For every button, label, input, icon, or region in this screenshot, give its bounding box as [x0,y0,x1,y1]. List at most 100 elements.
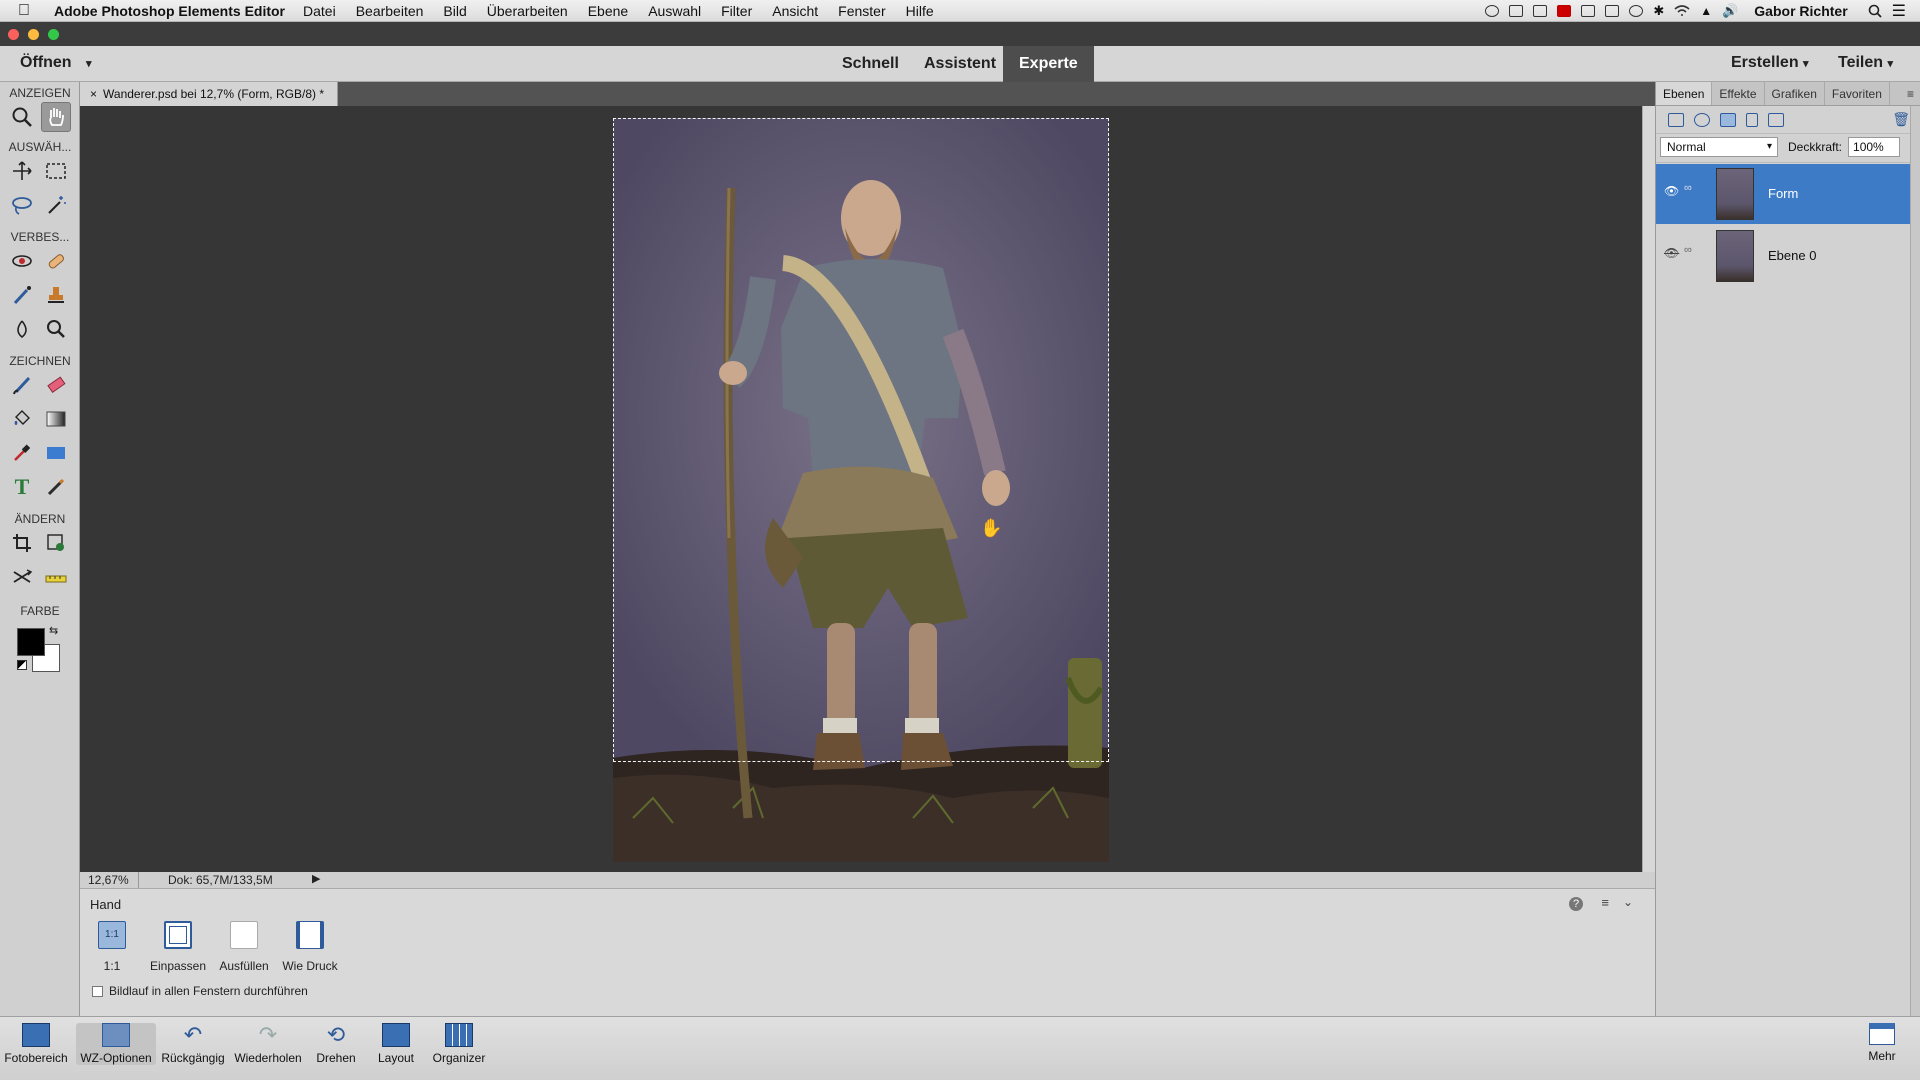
menu-ebene[interactable]: Ebene [588,3,628,19]
user-name[interactable]: Gabor Richter [1754,3,1847,19]
adjustment-layer-icon[interactable] [1694,112,1710,127]
open-button[interactable]: Öffnen ▾ [20,54,92,72]
cloud-icon[interactable] [1581,4,1596,17]
apple-icon[interactable]:  [18,2,40,20]
eraser-tool-icon[interactable] [41,370,71,400]
mode-experte[interactable]: Experte [1003,46,1094,82]
tool-options-button[interactable]: WZ-Optionen [76,1023,156,1065]
crop-tool-icon[interactable] [7,528,37,558]
menu-ansicht[interactable]: Ansicht [772,3,818,19]
vertical-scrollbar[interactable] [1642,106,1655,872]
menu-auswahl[interactable]: Auswahl [648,3,701,19]
app-menu[interactable]: Adobe Photoshop Elements Editor [54,3,285,19]
eject-icon[interactable]: ▲ [1700,4,1712,18]
menu-bearbeiten[interactable]: Bearbeiten [356,3,424,19]
close-tab-icon[interactable]: × [90,87,97,101]
time-machine-icon[interactable] [1629,4,1644,17]
redo-button[interactable]: ↷ Wiederholen [230,1023,306,1066]
layer-mask-icon[interactable] [1720,112,1736,127]
content-aware-move-tool-icon[interactable] [7,562,37,592]
layout-button[interactable]: Layout [370,1023,422,1065]
panel-options-icon[interactable]: ≡ [1907,82,1914,105]
menu-fenster[interactable]: Fenster [838,3,885,19]
status-app-icon[interactable] [1509,4,1524,17]
monitor-icon[interactable] [1533,4,1548,17]
organizer-button[interactable]: Organizer [426,1023,492,1065]
status-menu-arrow-icon[interactable]: ▶ [312,872,320,885]
menu-ueberarbeiten[interactable]: Überarbeiten [487,3,568,19]
blur-tool-icon[interactable] [7,314,37,344]
print-size-button[interactable]: Wie Druck [278,921,342,973]
actual-pixels-button[interactable]: 1:1 1:1 [80,921,144,973]
rotate-button[interactable]: ⟲ Drehen [308,1023,364,1066]
foreground-color-swatch[interactable] [17,628,45,656]
collapse-panel-icon[interactable]: ⌄ [1623,895,1633,909]
create-button[interactable]: Erstellen ▾ [1731,54,1809,72]
tab-favoriten[interactable]: Favoriten [1825,82,1890,105]
layer-row-form[interactable]: 👁 ∞ Form [1656,164,1911,224]
opacity-field[interactable]: 100% ▾ [1848,137,1915,157]
layer-row-ebene-0[interactable]: 👁 ∞ Ebene 0 [1656,226,1911,286]
layers-scrollbar[interactable] [1910,106,1920,1016]
smart-brush-tool-icon[interactable] [7,280,37,310]
default-colors-icon[interactable] [17,660,27,670]
zoom-level[interactable]: 12,67% [88,873,129,887]
lock-all-icon[interactable] [1768,112,1784,127]
shape-tool-icon[interactable] [41,438,71,468]
record-icon[interactable] [1485,4,1500,17]
more-button[interactable]: Mehr [1852,1023,1912,1063]
menu-hilfe[interactable]: Hilfe [906,3,934,19]
mode-schnell[interactable]: Schnell [826,46,915,82]
clone-stamp-tool-icon[interactable] [41,280,71,310]
tab-grafiken[interactable]: Grafiken [1765,82,1825,105]
red-eye-tool-icon[interactable] [7,246,37,276]
link-icon[interactable]: ∞ [1684,182,1692,194]
straighten-tool-icon[interactable] [41,562,71,592]
zoom-window-icon[interactable] [48,29,59,40]
brush-tool-icon[interactable] [7,370,37,400]
sponge-tool-icon[interactable] [41,314,71,344]
fill-screen-button[interactable]: Ausfüllen [212,921,276,973]
help-icon[interactable]: ? [1569,897,1583,911]
lock-icon[interactable] [1746,112,1758,127]
notification-center-icon[interactable]: ☰ [1892,1,1906,21]
marquee-tool-icon[interactable] [41,156,71,186]
tab-ebenen[interactable]: Ebenen [1656,82,1713,105]
type-tool-icon[interactable]: T [7,472,37,502]
visibility-eye-icon[interactable]: 👁 [1664,184,1679,198]
gradient-tool-icon[interactable] [41,404,71,434]
document-tab[interactable]: × Wanderer.psd bei 12,7% (Form, RGB/8) * [80,82,338,106]
spotlight-search-icon[interactable] [1868,4,1882,18]
mode-assistent[interactable]: Assistent [908,46,1012,82]
blend-mode-select[interactable]: Normal ▾ [1660,137,1778,157]
display-icon[interactable] [1605,4,1620,17]
new-layer-icon[interactable] [1668,112,1684,127]
undo-button[interactable]: ↶ Rückgängig [158,1023,228,1066]
move-tool-icon[interactable] [7,156,37,186]
menu-datei[interactable]: Datei [303,3,336,19]
bluetooth-icon[interactable]: ✱ [1653,3,1664,19]
minimize-window-icon[interactable] [28,29,39,40]
wifi-icon[interactable] [1674,4,1690,17]
recompose-tool-icon[interactable] [41,528,71,558]
swap-colors-icon[interactable]: ⇆ [49,624,58,637]
lasso-tool-icon[interactable] [7,190,37,220]
link-icon[interactable]: ∞ [1684,244,1692,256]
zoom-tool-icon[interactable] [7,102,37,132]
visibility-hidden-icon[interactable]: 👁 [1664,246,1679,260]
volume-icon[interactable]: 🔊 [1722,3,1738,19]
share-button[interactable]: Teilen ▾ [1838,54,1893,72]
paint-bucket-tool-icon[interactable] [7,404,37,434]
hand-tool-icon[interactable] [41,102,71,132]
tab-effekte[interactable]: Effekte [1712,82,1765,105]
close-window-icon[interactable] [8,29,19,40]
photo-bin-button[interactable]: Fotobereich [4,1023,68,1065]
fit-screen-button[interactable]: Einpassen [146,921,210,973]
magic-wand-tool-icon[interactable] [41,190,71,220]
panel-menu-icon[interactable]: ≡ [1601,895,1609,910]
document-image[interactable] [613,118,1109,862]
trash-icon[interactable]: 🗑 [1892,111,1910,128]
healing-brush-tool-icon[interactable] [41,246,71,276]
scroll-all-checkbox[interactable] [92,986,103,997]
menu-filter[interactable]: Filter [721,3,752,19]
